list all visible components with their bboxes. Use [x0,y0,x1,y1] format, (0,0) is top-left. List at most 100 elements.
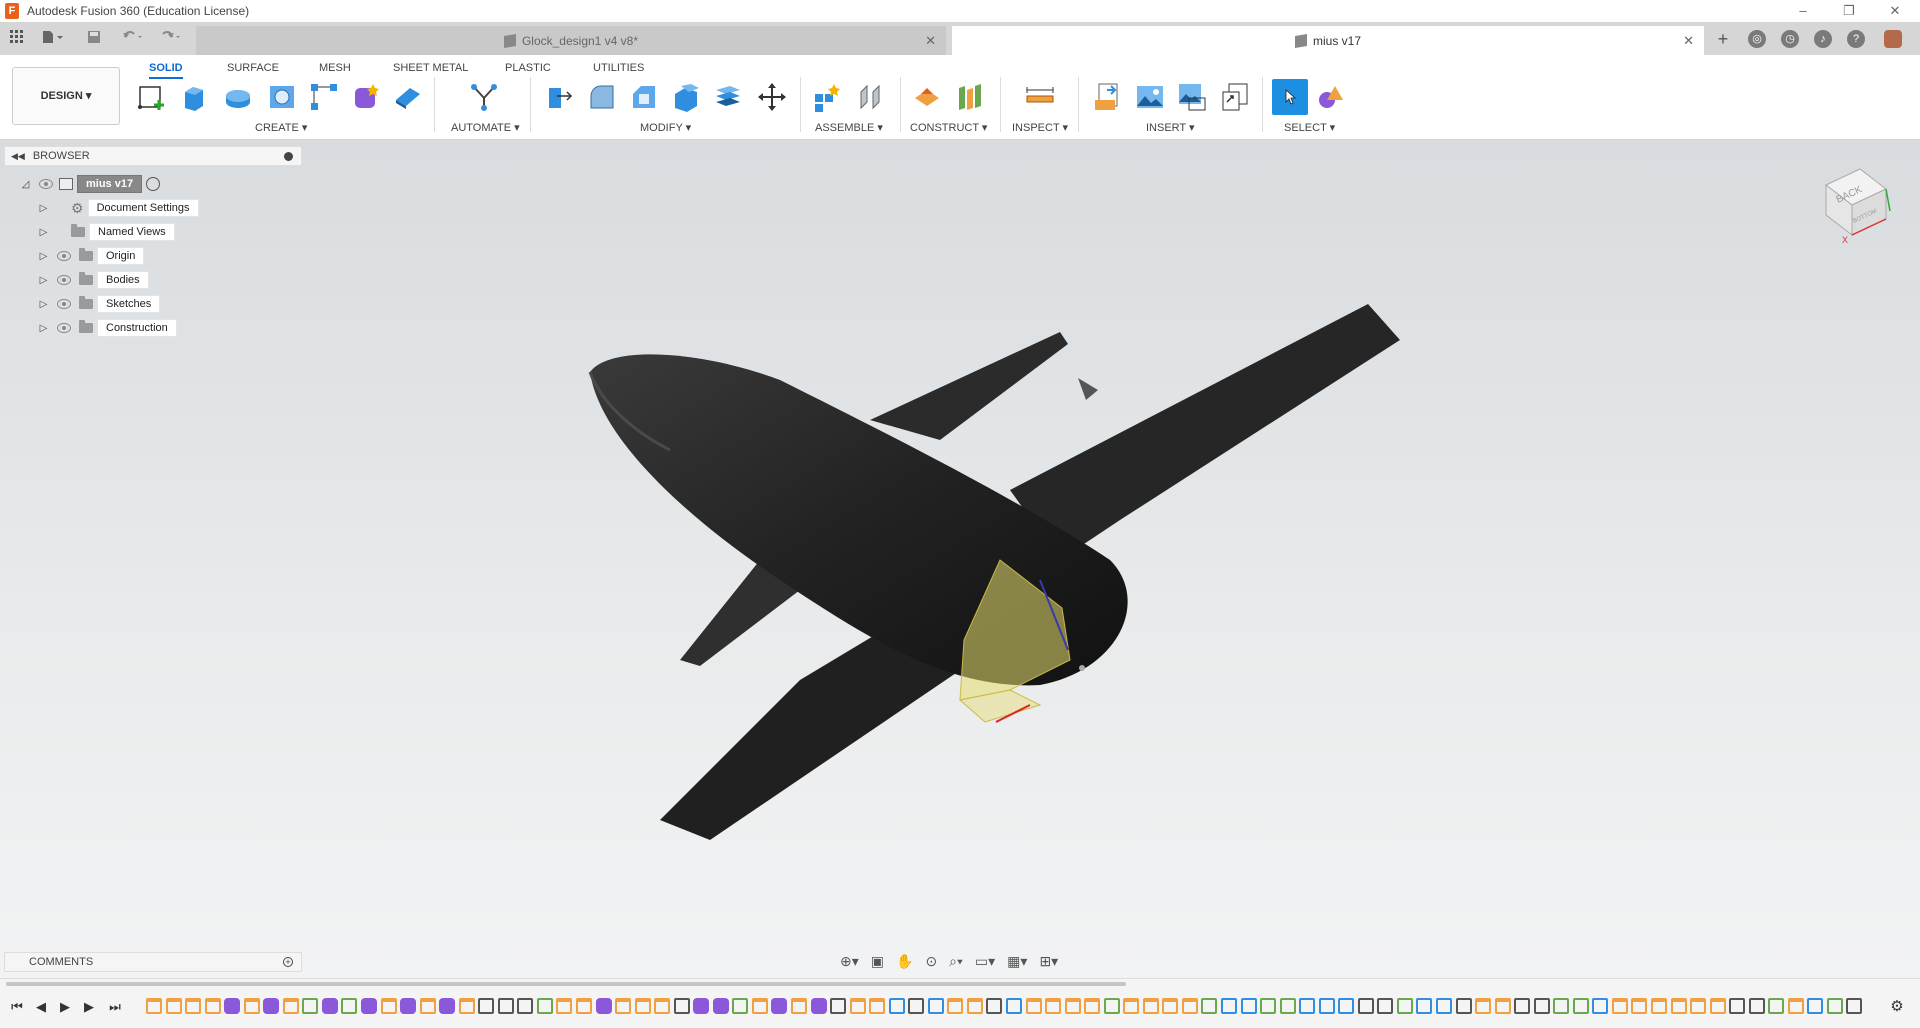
expand-triangle-icon[interactable]: ▷ [38,323,49,334]
play-icon[interactable]: ▶ [56,999,74,1015]
timeline-feature-icon[interactable] [576,998,592,1014]
visibility-eye-icon[interactable] [57,251,71,261]
undo-icon[interactable] [118,28,148,50]
fillet-icon[interactable] [586,81,618,113]
timeline-feature-icon[interactable] [1826,998,1843,1014]
timeline-feature-icon[interactable] [517,998,534,1014]
timeline-features[interactable] [146,996,1866,1018]
automate-icon[interactable] [468,81,500,113]
selection-filter-icon[interactable] [1316,81,1348,113]
tab-solid[interactable]: SOLID [149,59,183,79]
timeline-feature-icon[interactable] [1846,998,1863,1014]
measure-icon[interactable] [1024,81,1056,113]
tab-plastic[interactable]: PLASTIC [505,59,551,79]
timeline-feature-icon[interactable] [654,998,671,1014]
timeline-feature-icon[interactable] [1338,998,1355,1014]
viewports-icon[interactable]: ⊞▾ [1039,953,1058,970]
timeline-feature-icon[interactable] [1064,998,1081,1014]
timeline-feature-icon[interactable] [380,998,397,1014]
go-to-start-icon[interactable]: ⏮ [8,999,26,1015]
minimize-button[interactable]: – [1780,0,1826,22]
visibility-eye-icon[interactable] [57,323,71,333]
timeline-feature-icon[interactable] [1103,998,1120,1014]
timeline-feature-icon[interactable] [693,998,710,1014]
tab-sheet-metal[interactable]: SHEET METAL [393,59,468,79]
timeline-feature-icon[interactable] [1514,998,1531,1014]
timeline-feature-icon[interactable] [1318,998,1335,1014]
display-settings-icon[interactable]: ▭▾ [975,953,995,970]
expand-triangle-icon[interactable]: ▷ [38,227,49,238]
tree-item-label[interactable]: Construction [97,319,177,337]
new-tab-plus-icon[interactable]: + [1712,28,1734,50]
timeline-feature-icon[interactable] [1006,998,1022,1014]
timeline-feature-icon[interactable] [165,998,182,1014]
job-status-icon[interactable]: ◷ [1781,30,1799,48]
collapse-panel-icon[interactable]: ◀◀ [11,151,25,162]
timeline-feature-icon[interactable] [321,998,338,1014]
timeline-feature-icon[interactable] [1475,998,1492,1014]
timeline-feature-icon[interactable] [634,998,651,1014]
timeline-feature-icon[interactable] [1729,998,1746,1014]
timeline-feature-icon[interactable] [263,998,280,1014]
timeline-feature-icon[interactable] [810,998,827,1014]
tree-root[interactable]: ◿ mius v17 [20,175,161,193]
timeline-feature-icon[interactable] [830,998,847,1014]
add-comment-icon[interactable]: + [283,957,293,967]
timeline-feature-icon[interactable] [1025,998,1042,1014]
timeline-feature-icon[interactable] [966,998,983,1014]
comments-panel-header[interactable]: COMMENTS + [4,952,302,972]
timeline-feature-icon[interactable] [1416,998,1433,1014]
timeline-feature-icon[interactable] [1455,998,1472,1014]
extrude-icon[interactable] [178,81,210,113]
redo-icon[interactable] [156,28,186,50]
tree-item-sketches[interactable]: ▷ Sketches [38,295,161,313]
timeline-feature-icon[interactable] [1240,998,1257,1014]
extensions-icon[interactable]: ◎ [1748,30,1766,48]
automate-menu[interactable]: AUTOMATE ▾ [451,121,520,134]
close-tab-icon[interactable]: ✕ [925,33,936,49]
revolve-icon[interactable] [222,81,254,113]
insert-decal-icon[interactable] [1176,81,1208,113]
hole-icon[interactable] [266,81,298,113]
insert-canvas-icon[interactable] [1134,81,1166,113]
go-to-end-icon[interactable]: ⏭ [106,999,124,1015]
help-icon[interactable]: ? [1847,30,1865,48]
shell-icon[interactable] [670,81,702,113]
timeline-feature-icon[interactable] [1436,998,1452,1014]
pin-panel-icon[interactable] [284,151,293,161]
expand-triangle-icon[interactable]: ▷ [38,203,49,214]
visibility-eye-icon[interactable] [57,275,71,285]
timeline-feature-icon[interactable] [1807,998,1824,1014]
timeline-feature-icon[interactable] [1221,998,1237,1014]
timeline-feature-icon[interactable] [927,998,944,1014]
press-pull-icon[interactable] [542,81,574,113]
timeline-feature-icon[interactable] [732,998,749,1014]
chamfer-icon[interactable] [628,81,660,113]
timeline-feature-icon[interactable] [1611,998,1628,1014]
tree-item-label[interactable]: Origin [97,247,145,265]
timeline-feature-icon[interactable] [888,998,905,1014]
timeline-feature-icon[interactable] [282,998,299,1014]
insert-menu[interactable]: INSERT ▾ [1146,121,1195,134]
fit-zoom-icon[interactable]: ⌕▾ [949,953,963,970]
timeline-settings-gear-icon[interactable]: ⚙ [1888,999,1906,1015]
visibility-eye-icon[interactable] [39,179,53,189]
select-tool-icon[interactable] [1272,79,1308,115]
timeline-feature-icon[interactable] [908,998,925,1014]
timeline-feature-icon[interactable] [1768,998,1785,1014]
expand-triangle-icon[interactable]: ▷ [38,275,49,286]
timeline-feature-icon[interactable] [1045,998,1062,1014]
timeline-feature-icon[interactable] [1181,998,1198,1014]
timeline-feature-icon[interactable] [1084,998,1101,1014]
timeline-feature-icon[interactable] [185,998,202,1014]
timeline-feature-icon[interactable] [1533,998,1550,1014]
look-at-icon[interactable]: ▣ [871,953,884,970]
timeline-feature-icon[interactable] [361,998,377,1014]
timeline-feature-icon[interactable] [1162,998,1179,1014]
tree-root-label[interactable]: mius v17 [77,175,143,193]
timeline-feature-icon[interactable] [1299,998,1316,1014]
move-copy-icon[interactable] [756,81,788,113]
timeline-feature-icon[interactable] [712,998,729,1014]
timeline-feature-icon[interactable] [302,998,319,1014]
timeline-feature-icon[interactable] [1572,998,1589,1014]
